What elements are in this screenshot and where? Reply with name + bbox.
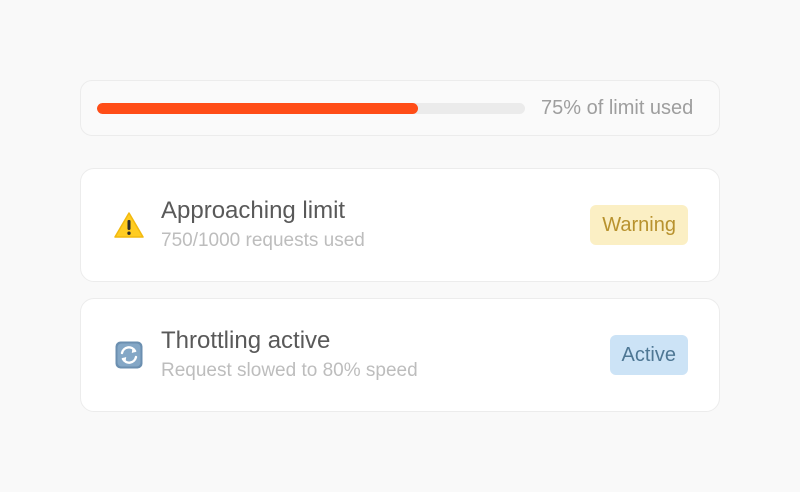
alert-card-approaching-limit: Approaching limit 750/1000 requests used… [80, 168, 720, 282]
usage-progress-fill [97, 102, 418, 114]
usage-label: 75% of limit used [541, 96, 694, 119]
alert-subtitle: Request slowed to 80% speed [161, 360, 418, 381]
warning-icon [113, 209, 145, 241]
refresh-icon [113, 339, 145, 371]
warning-status-badge: Warning [590, 205, 688, 245]
alert-subtitle: 750/1000 requests used [161, 230, 365, 251]
usage-progress-track [97, 102, 525, 114]
alert-title: Approaching limit [161, 197, 346, 224]
alert-title: Throttling active [161, 327, 331, 354]
rate-limit-panel: 75% of limit used Approaching limit 750/… [80, 80, 720, 412]
usage-bar-card: 75% of limit used [80, 80, 720, 136]
alert-card-throttling: Throttling active Request slowed to 80% … [80, 298, 720, 412]
active-status-badge: Active [609, 335, 688, 375]
